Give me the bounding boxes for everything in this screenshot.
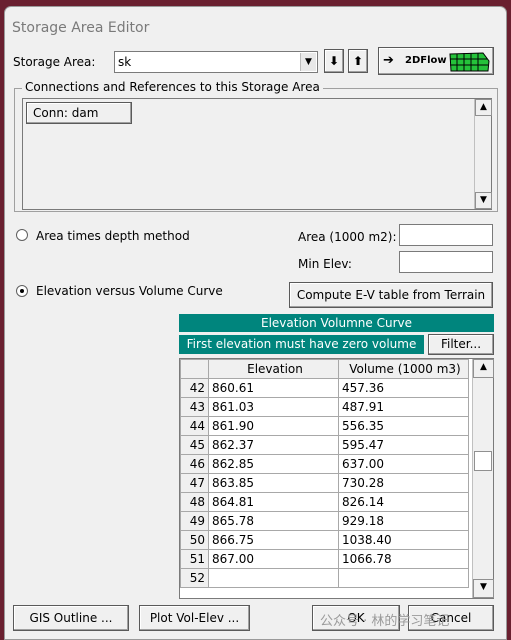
row-number-header <box>180 359 209 379</box>
scroll-up-icon[interactable]: ▲ <box>475 99 492 116</box>
storage-area-select[interactable]: sk ▼ <box>114 51 318 73</box>
storage-area-value: sk <box>118 55 132 69</box>
row-number: 47 <box>180 473 209 493</box>
elevation-cell[interactable]: 862.37 <box>208 435 339 455</box>
elevation-volume-table: Elevation Volume (1000 m3) 42 860.61 457.3… <box>180 359 469 588</box>
table-row: 44 861.90 556.35 <box>180 416 469 436</box>
scroll-down-icon[interactable]: ▼ <box>473 579 494 598</box>
radio-selected-dot <box>20 289 24 293</box>
volume-cell[interactable]: 637.00 <box>338 454 469 474</box>
min-elev-input[interactable] <box>399 251 493 273</box>
row-number: 48 <box>180 492 209 512</box>
table-row: 49 865.78 929.18 <box>180 511 469 531</box>
table-row: 43 861.03 487.91 <box>180 397 469 417</box>
volume-cell[interactable]: 826.14 <box>338 492 469 512</box>
volume-cell[interactable]: 929.18 <box>338 511 469 531</box>
plot-vol-elev-button[interactable]: Plot Vol-Elev ... <box>139 605 250 631</box>
table-row: 47 863.85 730.28 <box>180 473 469 493</box>
area-label: Area (1000 m2): <box>298 230 397 244</box>
arrow-down-icon: ⬇ <box>328 54 340 68</box>
row-number: 50 <box>180 530 209 550</box>
2d-mesh-icon <box>449 52 490 72</box>
volume-cell[interactable]: 595.47 <box>338 435 469 455</box>
table-row: 46 862.85 637.00 <box>180 454 469 474</box>
min-elev-label: Min Elev: <box>298 257 352 271</box>
row-number: 44 <box>180 416 209 436</box>
elevation-cell[interactable] <box>208 568 339 588</box>
scroll-thumb[interactable] <box>474 451 492 471</box>
next-storage-area-button[interactable]: ⬇ <box>324 49 344 73</box>
elevation-cell[interactable]: 861.90 <box>208 416 339 436</box>
scroll-up-icon[interactable]: ▲ <box>473 359 494 378</box>
volume-cell[interactable]: 730.28 <box>338 473 469 493</box>
previous-storage-area-button[interactable]: ⬆ <box>348 49 368 73</box>
table-row: 52 <box>180 568 469 588</box>
elevation-cell[interactable]: 864.81 <box>208 492 339 512</box>
volume-header: Volume (1000 m3) <box>338 359 469 379</box>
connection-item-dam[interactable]: Conn: dam <box>26 102 132 124</box>
elevation-cell[interactable]: 862.85 <box>208 454 339 474</box>
filter-button[interactable]: Filter... <box>428 334 494 355</box>
row-number: 43 <box>180 397 209 417</box>
table-row: 42 860.61 457.36 <box>180 378 469 398</box>
storage-area-label: Storage Area: <box>13 55 96 69</box>
elevation-cell[interactable]: 865.78 <box>208 511 339 531</box>
2dflow-label: 2DFlow <box>405 55 447 66</box>
arrow-up-icon: ⬆ <box>352 54 364 68</box>
elevation-cell[interactable]: 860.61 <box>208 378 339 398</box>
window-title: Storage Area Editor <box>12 20 150 36</box>
scroll-down-icon[interactable]: ▼ <box>475 192 492 209</box>
elevation-cell[interactable]: 863.85 <box>208 473 339 493</box>
volume-cell[interactable] <box>338 568 469 588</box>
row-number: 52 <box>180 568 209 588</box>
table-row: 48 864.81 826.14 <box>180 492 469 512</box>
compute-ev-table-button[interactable]: Compute E-V table from Terrain <box>289 282 493 308</box>
gis-outline-button[interactable]: GIS Outline ... <box>13 605 129 631</box>
area-depth-label: Area times depth method <box>36 229 190 243</box>
elev-volume-radio[interactable] <box>16 285 28 297</box>
row-number: 51 <box>180 549 209 569</box>
connections-scrollbar[interactable]: ▲ ▼ <box>474 99 492 209</box>
row-number: 42 <box>180 378 209 398</box>
elev-volume-label: Elevation versus Volume Curve <box>36 284 223 298</box>
row-number: 46 <box>180 454 209 474</box>
connections-group-label: Connections and References to this Stora… <box>22 80 323 94</box>
connections-list[interactable]: Conn: dam ▲ ▼ <box>22 98 492 210</box>
elevation-cell[interactable]: 861.03 <box>208 397 339 417</box>
elevation-header: Elevation <box>208 359 339 379</box>
elevation-cell[interactable]: 867.00 <box>208 549 339 569</box>
grid-scrollbar[interactable]: ▲ ▼ <box>472 359 494 598</box>
table-row: 45 862.37 595.47 <box>180 435 469 455</box>
curve-title: Elevation Volumne Curve <box>179 314 494 332</box>
curve-note: First elevation must have zero volume <box>179 335 424 354</box>
volume-cell[interactable]: 556.35 <box>338 416 469 436</box>
watermark: 公众号 · 林的学习笔记 <box>320 614 450 629</box>
table-row: 50 866.75 1038.40 <box>180 530 469 550</box>
area-depth-radio[interactable] <box>16 229 28 241</box>
arrow-right-icon: ➔ <box>383 53 394 68</box>
area-input[interactable] <box>399 224 493 246</box>
chevron-down-icon[interactable]: ▼ <box>300 53 316 71</box>
table-row: 51 867.00 1066.78 <box>180 549 469 569</box>
volume-cell[interactable]: 487.91 <box>338 397 469 417</box>
volume-cell[interactable]: 1066.78 <box>338 549 469 569</box>
elevation-cell[interactable]: 866.75 <box>208 530 339 550</box>
2dflow-button[interactable]: ➔ 2DFlow <box>378 47 494 75</box>
volume-cell[interactable]: 457.36 <box>338 378 469 398</box>
row-number: 49 <box>180 511 209 531</box>
row-number: 45 <box>180 435 209 455</box>
volume-cell[interactable]: 1038.40 <box>338 530 469 550</box>
